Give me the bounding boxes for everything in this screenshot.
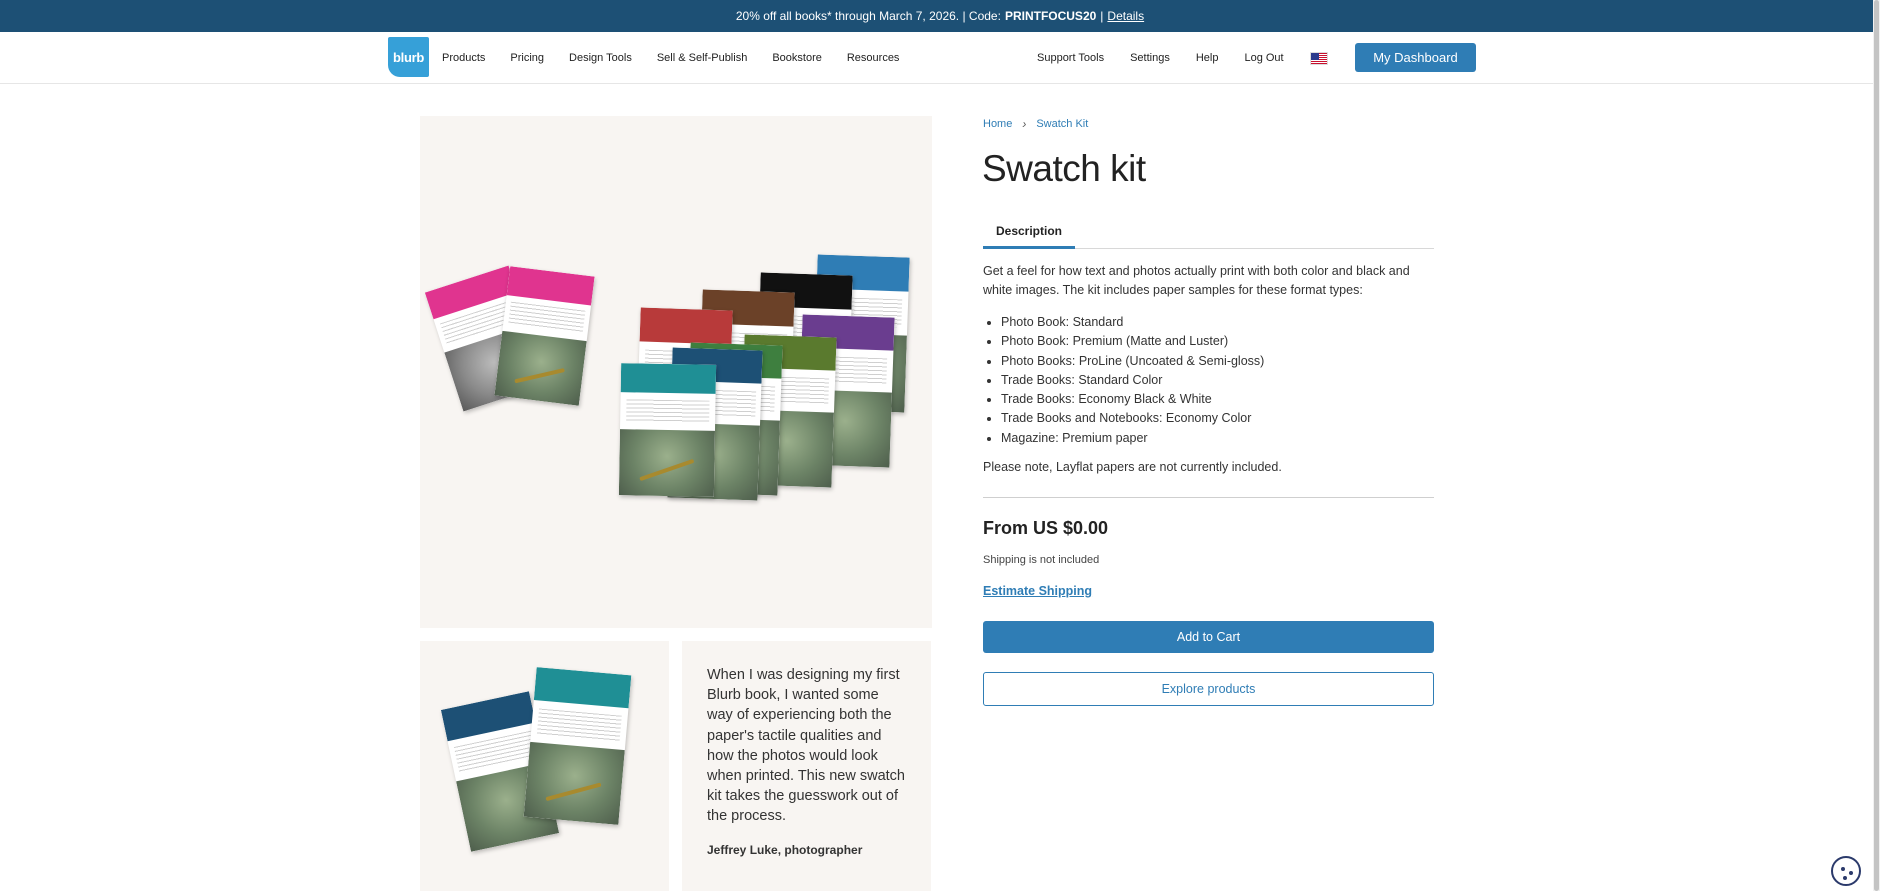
product-thumbnail-image[interactable] <box>420 641 669 891</box>
swatch-card-pink <box>494 266 595 406</box>
layflat-note: Please note, Layflat papers are not curr… <box>983 460 1282 474</box>
testimonial: When I was designing my first Blurb book… <box>682 641 931 891</box>
main-nav: Products Pricing Design Tools Sell & Sel… <box>442 32 924 84</box>
nav-pricing[interactable]: Pricing <box>510 52 544 64</box>
nav-resources[interactable]: Resources <box>847 52 900 64</box>
page-title: Swatch kit <box>982 148 1146 189</box>
cookie-settings-icon[interactable] <box>1831 856 1861 886</box>
nav-log-out[interactable]: Log Out <box>1244 52 1283 64</box>
product-main-image[interactable] <box>420 116 932 628</box>
nav-settings[interactable]: Settings <box>1130 52 1170 64</box>
divider <box>983 497 1434 498</box>
nav-products[interactable]: Products <box>442 52 485 64</box>
list-item: Magazine: Premium paper <box>1001 429 1264 448</box>
list-item: Photo Books: ProLine (Uncoated & Semi-gl… <box>1001 352 1264 371</box>
promo-code: PRINTFOCUS20 <box>1004 9 1097 23</box>
explore-products-button[interactable]: Explore products <box>983 672 1434 706</box>
product-description: Get a feel for how text and photos actua… <box>983 264 1410 298</box>
nav-bookstore[interactable]: Bookstore <box>772 52 822 64</box>
breadcrumb-home[interactable]: Home <box>983 118 1012 130</box>
promo-banner: 20% off all books* through March 7, 2026… <box>0 0 1880 32</box>
product-price: From US $0.00 <box>983 518 1109 538</box>
chevron-right-icon: › <box>1022 117 1027 131</box>
list-item: Photo Book: Premium (Matte and Luster) <box>1001 332 1264 351</box>
testimonial-quote: When I was designing my first Blurb book… <box>707 667 906 825</box>
nav-help[interactable]: Help <box>1196 52 1219 64</box>
list-item: Trade Books: Standard Color <box>1001 371 1264 390</box>
scrollbar-thumb[interactable] <box>1874 0 1879 891</box>
swatch-card-teal <box>618 363 717 497</box>
account-nav: Support Tools Settings Help Log Out <box>1037 32 1328 84</box>
nav-design-tools[interactable]: Design Tools <box>569 52 632 64</box>
promo-text: 20% off all books* through March 7, 2026… <box>735 9 1001 23</box>
add-to-cart-button[interactable]: Add to Cart <box>983 621 1434 653</box>
my-dashboard-button[interactable]: My Dashboard <box>1355 43 1476 72</box>
estimate-shipping-link[interactable]: Estimate Shipping <box>983 584 1092 598</box>
list-item: Trade Books and Notebooks: Economy Color <box>1001 409 1264 428</box>
list-item: Trade Books: Economy Black & White <box>1001 390 1264 409</box>
nav-support-tools[interactable]: Support Tools <box>1037 52 1104 64</box>
promo-details-link[interactable]: Details <box>1107 9 1144 23</box>
list-item: Photo Book: Standard <box>1001 313 1264 332</box>
promo-separator: | <box>1100 9 1104 23</box>
feature-list: Photo Book: Standard Photo Book: Premium… <box>1001 313 1264 448</box>
product-tabs: Description <box>983 216 1434 249</box>
breadcrumb-current[interactable]: Swatch Kit <box>1036 118 1088 130</box>
site-header: blurb Products Pricing Design Tools Sell… <box>0 32 1873 84</box>
nav-sell-self-publish[interactable]: Sell & Self-Publish <box>657 52 748 64</box>
shipping-note: Shipping is not included <box>983 554 1100 566</box>
breadcrumb: Home › Swatch Kit <box>983 117 1088 131</box>
tab-description[interactable]: Description <box>983 216 1075 249</box>
blurb-logo[interactable]: blurb <box>388 37 429 77</box>
testimonial-author: Jeffrey Luke, photographer <box>707 842 863 857</box>
swatch-card-teal-thumb <box>523 667 632 825</box>
us-flag-icon[interactable] <box>1309 51 1328 65</box>
